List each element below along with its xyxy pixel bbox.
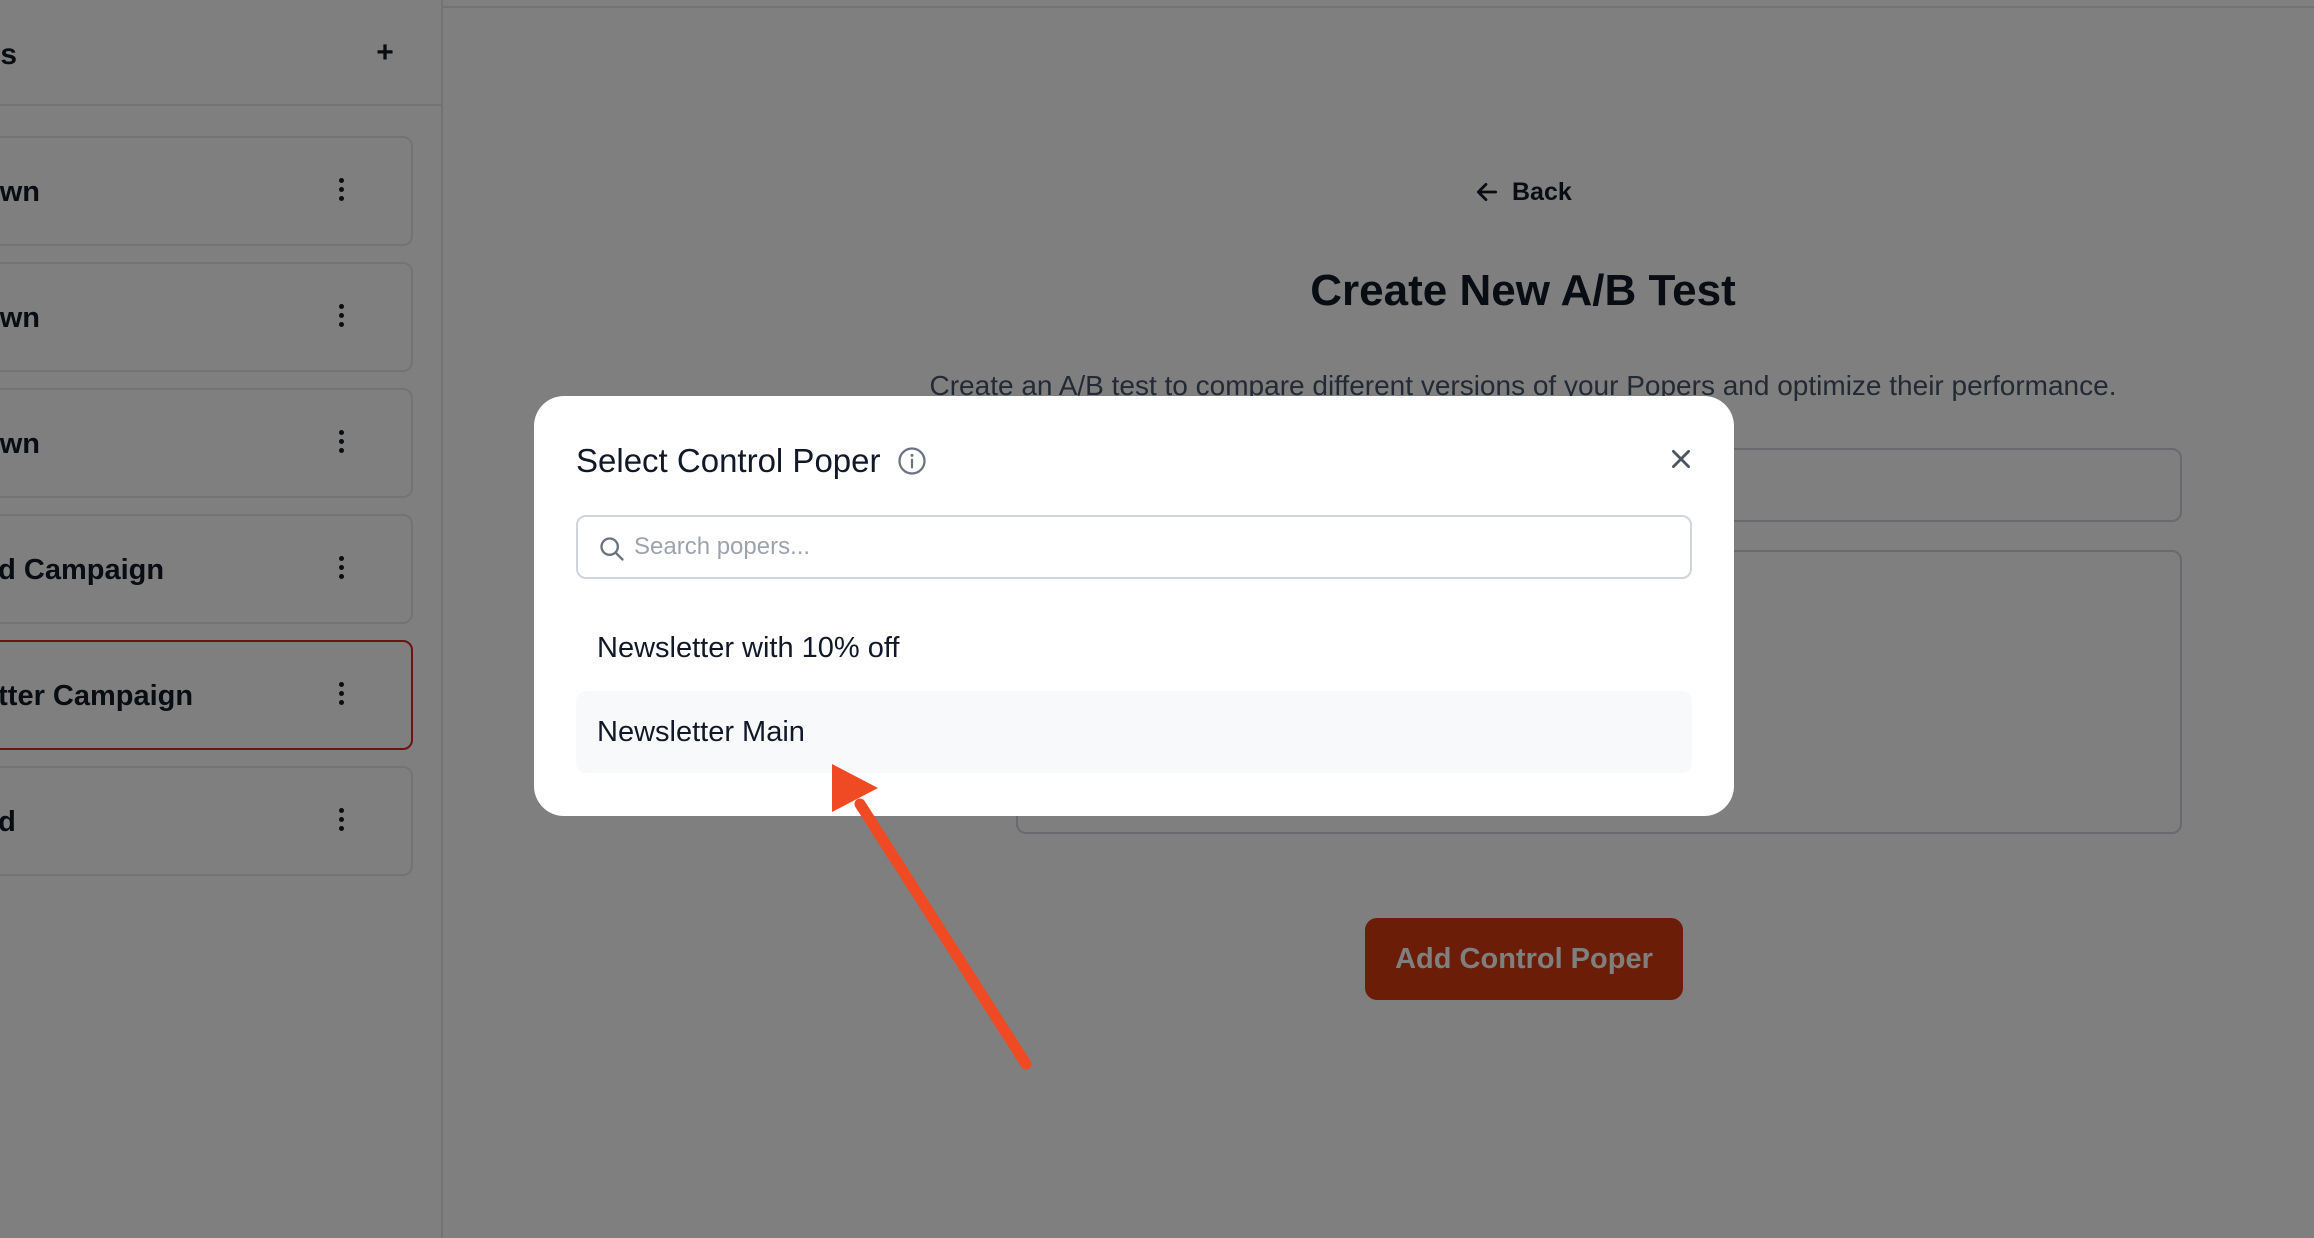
poper-option-label: Newsletter with 10% off bbox=[597, 631, 900, 664]
search-field[interactable] bbox=[576, 515, 1692, 579]
info-icon[interactable] bbox=[897, 446, 927, 476]
poper-option[interactable]: Newsletter with 10% off bbox=[576, 607, 1692, 689]
poper-option-label: Newsletter Main bbox=[597, 715, 805, 748]
close-icon[interactable] bbox=[1668, 446, 1694, 472]
search-icon bbox=[600, 537, 624, 561]
poper-option-hovered[interactable]: Newsletter Main bbox=[576, 691, 1692, 773]
modal-title-row: Select Control Poper bbox=[576, 442, 927, 480]
modal-title: Select Control Poper bbox=[576, 442, 881, 479]
select-control-poper-modal: Select Control Poper Newsletter with 10%… bbox=[534, 396, 1734, 816]
search-input[interactable] bbox=[634, 517, 1674, 577]
